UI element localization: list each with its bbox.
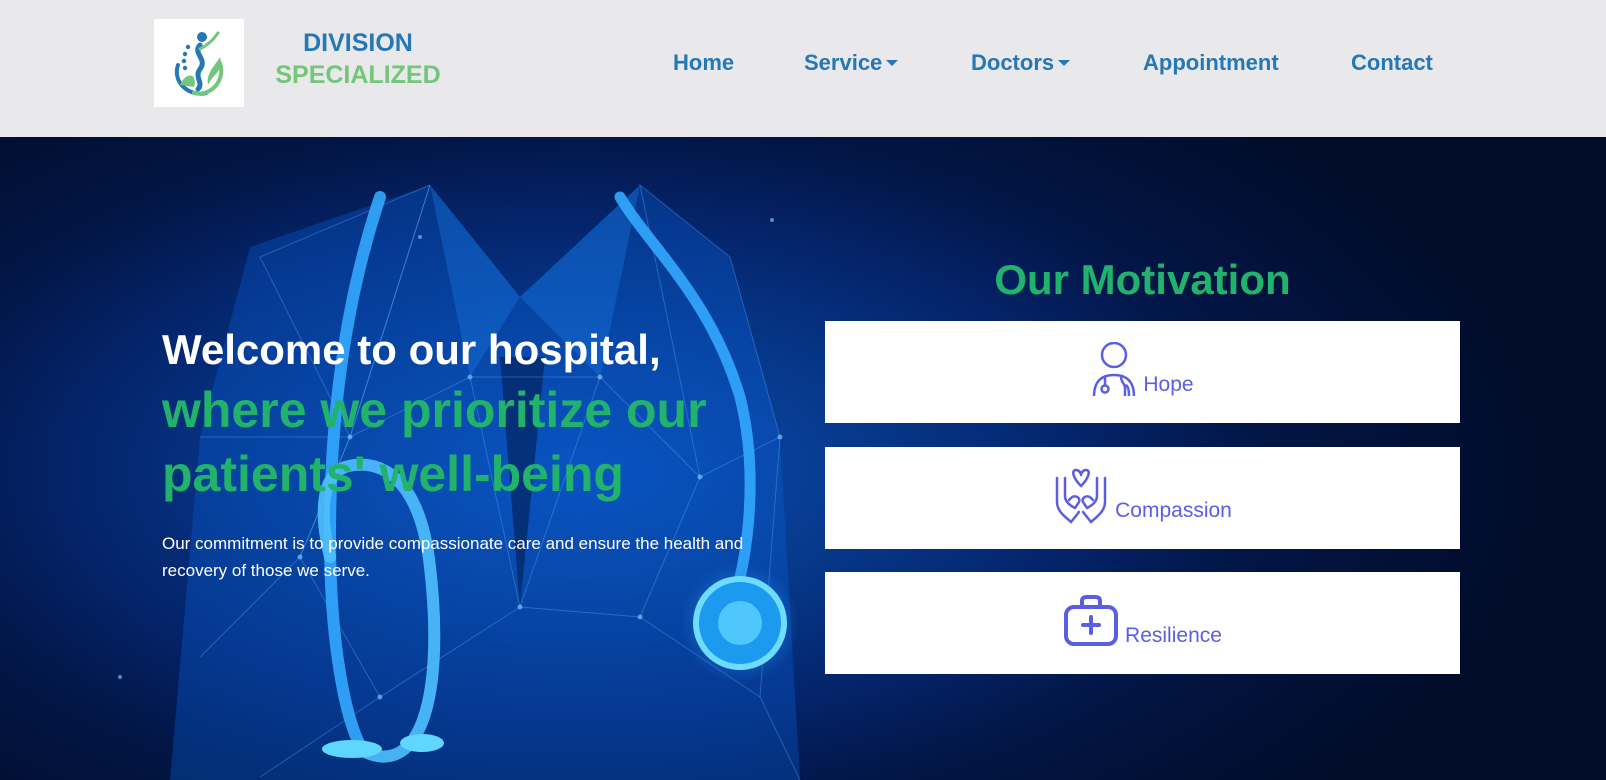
brand-line-1: DIVISION bbox=[303, 29, 413, 57]
hero-welcome-heading: Welcome to our hospital, bbox=[162, 326, 661, 373]
nav-doctors-label: Doctors bbox=[971, 50, 1055, 75]
logo-icon bbox=[174, 31, 224, 96]
motivation-card-label: Hope bbox=[1143, 373, 1194, 396]
motivation-card-hope[interactable]: Hope bbox=[825, 321, 1460, 423]
motivation-card-resilience[interactable]: Resilience bbox=[825, 572, 1460, 674]
brand-line-2: SPECIALIZED bbox=[275, 61, 441, 89]
logo[interactable] bbox=[154, 19, 244, 107]
motivation-card-label: Compassion bbox=[1115, 499, 1232, 522]
motivation-card-compassion[interactable]: Compassion bbox=[825, 447, 1460, 549]
motivation-card-label: Resilience bbox=[1125, 624, 1222, 647]
motivation-title: Our Motivation bbox=[994, 256, 1291, 303]
navbar: DIVISION SPECIALIZED Home Service Doctor… bbox=[0, 0, 1606, 137]
doctor-icon bbox=[1091, 341, 1137, 403]
brand-name[interactable]: DIVISION SPECIALIZED bbox=[268, 27, 448, 91]
caring-hands-icon bbox=[1053, 468, 1109, 529]
chevron-down-icon bbox=[886, 59, 899, 66]
nav-service-label: Service bbox=[804, 50, 883, 75]
nav-home[interactable]: Home bbox=[673, 50, 734, 76]
first-aid-kit-icon bbox=[1063, 594, 1119, 652]
hero-section: Welcome to our hospital, where we priori… bbox=[0, 137, 1606, 780]
hero-commitment-text: Our commitment is to provide compassiona… bbox=[162, 534, 744, 580]
nav-doctors[interactable]: Doctors bbox=[971, 50, 1071, 76]
nav-service[interactable]: Service bbox=[804, 50, 899, 76]
chevron-down-icon bbox=[1058, 59, 1071, 66]
nav-contact[interactable]: Contact bbox=[1351, 50, 1433, 76]
hero-tagline: where we prioritize our patients' well-b… bbox=[162, 382, 707, 502]
nav-appointment[interactable]: Appointment bbox=[1143, 50, 1279, 76]
